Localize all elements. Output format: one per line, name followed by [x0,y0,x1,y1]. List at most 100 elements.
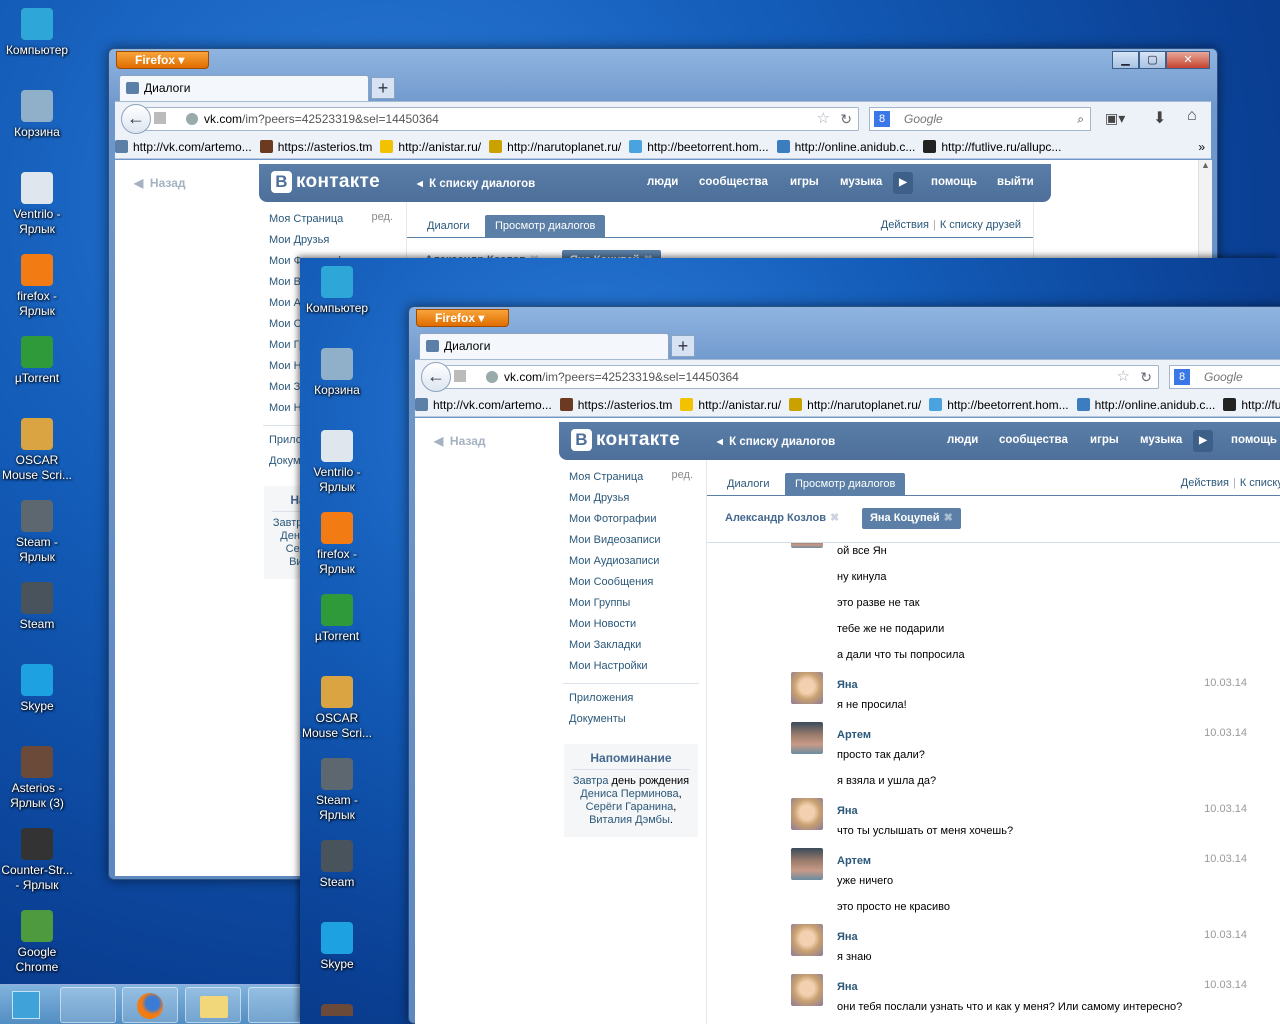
nav-people[interactable]: люди [647,176,678,188]
desktop-icon[interactable]: Asterios - Ярлык (3) [300,1004,374,1016]
tab-view-dialogs[interactable]: Просмотр диалогов [785,473,906,495]
home-icon[interactable]: ⌂ [1187,107,1197,125]
left-menu-item[interactable]: Мои Закладки [569,637,693,658]
firefox-menu-button[interactable]: Firefox ▾ [116,51,209,69]
nav-music[interactable]: музыка [840,176,882,188]
desktop-icon[interactable]: Google Chrome [0,910,74,975]
bookmark-star-icon[interactable]: ☆ [817,108,830,130]
vk-logo[interactable]: Вконтакте [271,171,380,193]
avatar[interactable] [791,672,823,704]
bookmark-item[interactable]: http://beetorrent.hom... [629,135,769,158]
bookmarks-menu-icon[interactable]: ▣▾ [1105,110,1125,127]
bookmark-item[interactable]: https://asterios.tm [259,135,372,158]
taskbar-ventrilo[interactable] [60,987,116,1023]
music-play-button[interactable]: ▶ [893,172,913,194]
left-menu-item[interactable]: Мои Фотографии [569,511,693,532]
bookmark-item[interactable]: http://futlive.ru/allupc... [1223,393,1280,416]
reload-icon[interactable]: ↻ [1140,366,1152,388]
tab-dialogs-list[interactable]: Диалоги [417,215,480,237]
to-dialogs-link[interactable]: ◂ К списку диалогов [417,176,535,190]
start-button[interactable] [12,991,40,1019]
bookmark-item[interactable]: http://vk.com/artemo... [415,393,552,416]
nav-help[interactable]: помощь [931,176,977,188]
vk-logo[interactable]: Вконтакте [571,429,680,451]
close-icon[interactable]: ✖ [830,512,839,524]
bookmark-item[interactable]: http://vk.com/artemo... [115,135,252,158]
desktop-icon[interactable]: Counter-Str... - Ярлык [0,828,74,893]
tab-dialogs-list[interactable]: Диалоги [717,473,780,495]
reminder-link[interactable]: Серёги Гаранина [586,801,674,813]
desktop-icon[interactable]: Ventrilo - Ярлык [0,172,74,237]
avatar[interactable] [791,722,823,754]
bookmark-item[interactable]: http://anistar.ru/ [380,135,481,158]
bookmark-item[interactable]: http://online.anidub.c... [776,135,915,158]
desktop-icon[interactable]: firefox - Ярлык [300,512,374,577]
desktop-icon[interactable]: Skype [300,922,374,972]
desktop-icon[interactable]: Skype [0,664,74,714]
chip-kozlov[interactable]: Александр Козлов✖ [717,508,847,529]
nav-communities[interactable]: сообщества [999,434,1068,446]
bookmark-star-icon[interactable]: ☆ [1117,366,1130,388]
bookmark-item[interactable]: http://online.anidub.c... [1076,393,1215,416]
bookmark-item[interactable]: http://narutoplanet.ru/ [789,393,921,416]
tab-view-dialogs[interactable]: Просмотр диалогов [485,215,606,237]
left-menu-item[interactable]: Приложения [569,690,693,711]
desktop-icon[interactable]: µTorrent [300,594,374,644]
tab-dialogs[interactable]: Диалоги [419,333,669,359]
desktop-icon[interactable]: Ventrilo - Ярлык [300,430,374,495]
taskbar-firefox[interactable] [122,987,178,1023]
desktop-icon[interactable]: Steam [300,840,374,890]
back-button[interactable]: ← [421,362,451,392]
desktop-icon[interactable]: Asterios - Ярлык (3) [0,746,74,811]
desktop-icon[interactable]: µTorrent [0,336,74,386]
back-link[interactable]: ◀ Назад [434,434,486,448]
avatar[interactable] [791,543,823,548]
bookmarks-overflow-icon[interactable]: » [1198,135,1205,158]
left-menu-item[interactable]: Мои Группы [569,595,693,616]
bookmark-item[interactable]: http://narutoplanet.ru/ [489,135,621,158]
left-menu-item[interactable]: Мои Видеозаписи [569,532,693,553]
avatar[interactable] [791,798,823,830]
nav-games[interactable]: игры [790,176,819,188]
url-bar[interactable]: vk.com/im?peers=42523319&sel=14450364 ☆ … [135,107,859,131]
edit-link[interactable]: ред. [672,469,693,481]
avatar[interactable] [791,924,823,956]
bookmark-item[interactable]: http://futlive.ru/allupc... [923,135,1061,158]
close-icon[interactable]: ✖ [944,512,953,524]
firefox-menu-button[interactable]: Firefox ▾ [416,309,509,327]
avatar[interactable] [791,848,823,880]
nav-music[interactable]: музыка [1140,434,1182,446]
desktop-icon[interactable]: Компьютер [0,8,74,58]
desktop-icon[interactable]: OSCAR Mouse Scri... [0,418,74,483]
search-icon[interactable]: ⌕ [1077,108,1084,130]
desktop-icon[interactable]: Steam - Ярлык [0,500,74,565]
back-link[interactable]: ◀ Назад [134,176,186,190]
nav-communities[interactable]: сообщества [699,176,768,188]
new-tab-button[interactable]: + [371,77,395,99]
desktop-icon[interactable]: Steam - Ярлык [300,758,374,823]
taskbar-explorer[interactable] [185,987,241,1023]
reload-icon[interactable]: ↻ [840,108,852,130]
nav-games[interactable]: игры [1090,434,1119,446]
left-menu-item[interactable]: Мои Аудиозаписи [569,553,693,574]
close-button[interactable]: ✕ [1166,51,1210,69]
desktop-icon[interactable]: firefox - Ярлык [0,254,74,319]
left-menu-item[interactable]: Мои Новости [569,616,693,637]
left-menu-item[interactable]: Мои Настройки [569,658,693,679]
music-play-button[interactable]: ▶ [1193,430,1213,452]
maximize-button[interactable]: ▢ [1139,51,1166,69]
nav-help[interactable]: помощь [1231,434,1277,446]
bookmark-item[interactable]: https://asterios.tm [559,393,672,416]
to-dialogs-link[interactable]: ◂ К списку диалогов [717,434,835,448]
reminder-link[interactable]: Завтра [573,775,609,787]
download-icon[interactable]: ⬇ [1153,108,1166,128]
left-menu-item[interactable]: Мои Друзья [569,490,693,511]
avatar[interactable] [791,974,823,1006]
search-field[interactable]: 8 Google ⌕ [1169,365,1280,389]
nav-people[interactable]: люди [947,434,978,446]
reminder-link[interactable]: Дениса Перминова [580,788,678,800]
bookmark-item[interactable]: http://anistar.ru/ [680,393,781,416]
search-field[interactable]: 8 Google ⌕ [869,107,1091,131]
actions-link[interactable]: Действия [881,219,929,231]
tab-dialogs[interactable]: Диалоги [119,75,369,101]
